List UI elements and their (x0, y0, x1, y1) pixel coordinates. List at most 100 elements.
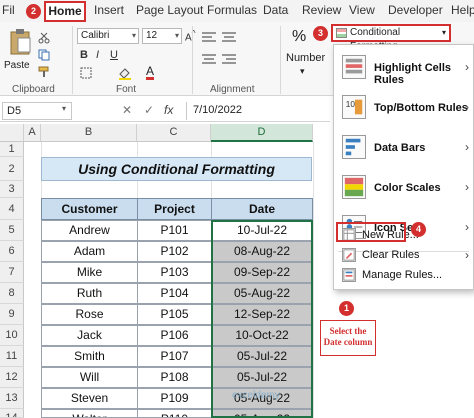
column-header-d[interactable]: D (211, 124, 313, 142)
cancel-icon[interactable]: ✕ (122, 103, 132, 117)
column-header-c[interactable]: C (137, 124, 211, 142)
header-project[interactable]: Project (137, 198, 212, 220)
chevron-right-icon: › (465, 100, 469, 114)
project-cell[interactable]: P103 (137, 262, 212, 283)
font-size-combo[interactable]: 12 ▾ (142, 28, 182, 44)
project-cell[interactable]: P102 (137, 241, 212, 262)
font-name-combo[interactable]: Calibri ▾ (77, 28, 139, 44)
menu-item-color-scales[interactable]: Color Scales › (334, 169, 473, 209)
chevron-right-icon: › (465, 180, 469, 194)
chevron-right-icon: › (465, 248, 469, 262)
date-cell[interactable]: 05-Jul-22 (211, 367, 313, 388)
tab-formulas[interactable]: Formulas (207, 3, 257, 17)
customer-cell[interactable]: Smith (41, 346, 138, 367)
fill-color-icon[interactable] (118, 66, 132, 80)
customer-cell[interactable]: Mike (41, 262, 138, 283)
tab-insert[interactable]: Insert (94, 3, 124, 17)
date-cell[interactable]: 05-Aug-22 (211, 409, 313, 418)
font-group-label: Font (116, 84, 137, 95)
row-header-8[interactable]: 8 (0, 283, 24, 304)
enter-icon[interactable]: ✓ (144, 103, 154, 117)
alignment-group-label: Alignment (210, 84, 255, 95)
date-cell[interactable]: 05-Jul-22 (211, 346, 313, 367)
conditional-formatting-menu: Highlight Cells Rules › 10 Top/Bottom Ru… (333, 44, 474, 290)
customer-cell[interactable]: Rose (41, 304, 138, 325)
row-header-10[interactable]: 10 (0, 325, 24, 346)
project-cell[interactable]: P106 (137, 325, 212, 346)
tab-review[interactable]: Review (302, 3, 341, 17)
menu-item-data-bars[interactable]: Data Bars › (334, 129, 473, 169)
percent-icon[interactable]: % (292, 28, 306, 46)
header-date[interactable]: Date (211, 198, 313, 220)
customer-cell[interactable]: Ruth (41, 283, 138, 304)
menu-item-label: Manage Rules... (362, 269, 443, 281)
project-cell[interactable]: P109 (137, 388, 212, 409)
tab-view[interactable]: View (349, 3, 375, 17)
format-painter-icon[interactable] (38, 66, 50, 78)
grow-font-icon[interactable]: A^ (185, 28, 196, 43)
chevron-down-icon[interactable]: ▾ (62, 104, 66, 113)
sheet-title[interactable]: Using Conditional Formatting (41, 157, 312, 181)
borders-icon[interactable] (80, 67, 92, 79)
row-header-11[interactable]: 11 (0, 346, 24, 367)
row-header-6[interactable]: 6 (0, 241, 24, 262)
cut-icon[interactable] (38, 32, 50, 44)
header-customer[interactable]: Customer (41, 198, 138, 220)
customer-cell[interactable]: Adam (41, 241, 138, 262)
row-header-5[interactable]: 5 (0, 220, 24, 241)
conditional-formatting-button[interactable]: Conditional Formatting ▾ (331, 24, 451, 52)
customer-cell[interactable]: Walter (41, 409, 138, 418)
paste-button[interactable]: Paste (4, 28, 34, 76)
font-color-icon[interactable]: A (146, 65, 155, 80)
select-all-corner[interactable] (0, 124, 24, 142)
formula-input[interactable]: 7/10/2022 (186, 102, 330, 120)
column-header-a[interactable]: A (24, 124, 41, 142)
menu-item-top-bottom-rules[interactable]: 10 Top/Bottom Rules › (334, 89, 473, 129)
number-format-label[interactable]: Number (286, 52, 325, 64)
tab-page-layout[interactable]: Page Layout (136, 3, 203, 17)
tab-file[interactable]: Fil (2, 3, 15, 17)
customer-cell[interactable]: Jack (41, 325, 138, 346)
date-cell[interactable]: 05-Aug-22 (211, 283, 313, 304)
menu-item-manage-rules[interactable]: Manage Rules... (334, 265, 473, 285)
bold-button[interactable]: B (80, 49, 88, 61)
row-header-4[interactable]: 4 (0, 198, 24, 220)
date-cell[interactable]: 09-Sep-22 (211, 262, 313, 283)
row-header-1[interactable]: 1 (0, 142, 24, 157)
tab-developer[interactable]: Developer (388, 3, 443, 17)
divider (72, 26, 73, 94)
row-header-9[interactable]: 9 (0, 304, 24, 325)
row-header-3[interactable]: 3 (0, 181, 24, 198)
project-cell[interactable]: P101 (137, 220, 212, 241)
row-header-13[interactable]: 13 (0, 388, 24, 409)
menu-item-label: Data Bars (374, 142, 426, 154)
project-cell[interactable]: P108 (137, 367, 212, 388)
customer-cell[interactable]: Steven (41, 388, 138, 409)
align-lines-icon[interactable] (200, 30, 260, 70)
row-header-7[interactable]: 7 (0, 262, 24, 283)
fx-icon[interactable]: fx (164, 103, 173, 117)
step-3-badge: 3 (313, 26, 328, 41)
menu-item-highlight-cells-rules[interactable]: Highlight Cells Rules › (334, 49, 473, 89)
underline-button[interactable]: U (110, 49, 118, 61)
project-cell[interactable]: P110 (137, 409, 212, 418)
row-header-14[interactable]: 14 (0, 409, 24, 418)
tab-data[interactable]: Data (263, 3, 288, 17)
customer-cell[interactable]: Will (41, 367, 138, 388)
date-cell[interactable]: 10-Oct-22 (211, 325, 313, 346)
project-cell[interactable]: P107 (137, 346, 212, 367)
date-cell[interactable]: 08-Aug-22 (211, 241, 313, 262)
row-header-2[interactable]: 2 (0, 157, 24, 181)
tab-home[interactable]: Home (44, 1, 86, 22)
row-header-12[interactable]: 12 (0, 367, 24, 388)
project-cell[interactable]: P105 (137, 304, 212, 325)
italic-button[interactable]: I (96, 49, 99, 61)
menu-item-clear-rules[interactable]: Clear Rules › (334, 245, 473, 265)
customer-cell[interactable]: Andrew (41, 220, 138, 241)
date-cell[interactable]: 10-Jul-22 (211, 220, 313, 241)
column-header-b[interactable]: B (41, 124, 137, 142)
copy-icon[interactable] (38, 49, 50, 61)
date-cell[interactable]: 12-Sep-22 (211, 304, 313, 325)
project-cell[interactable]: P104 (137, 283, 212, 304)
tab-help[interactable]: Help (451, 3, 474, 17)
